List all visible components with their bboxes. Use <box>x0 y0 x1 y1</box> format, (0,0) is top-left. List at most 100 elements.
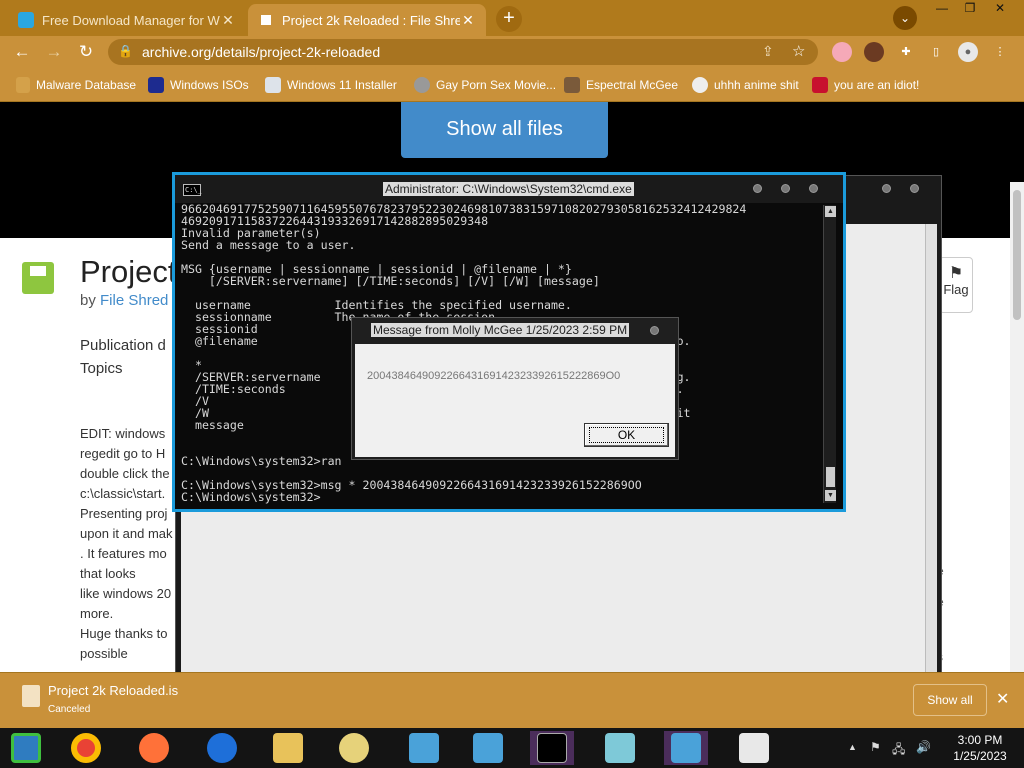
author-link[interactable]: File Shred <box>100 292 168 309</box>
bookmark-label: uhhh anime shit <box>714 78 799 92</box>
extension-avatar-icon[interactable] <box>864 42 884 62</box>
flag-icon: ⚑ <box>948 265 964 282</box>
close-window-icon[interactable]: ✕ <box>986 0 1014 18</box>
description-line: double click the <box>80 466 170 481</box>
cmd-title: Administrator: C:\Windows\System32\cmd.e… <box>383 182 634 196</box>
network-icon[interactable]: 🖧 <box>892 740 905 761</box>
back-icon[interactable]: ← <box>10 40 34 64</box>
profile-icon[interactable]: ● <box>958 42 978 62</box>
url-text[interactable]: archive.org/details/project-2k-reloaded <box>142 44 380 60</box>
tab-close-icon[interactable]: ✕ <box>460 12 476 29</box>
start-button[interactable] <box>4 731 48 765</box>
taskbar-cmd[interactable] <box>530 731 574 765</box>
description-line: more. <box>80 606 114 621</box>
tab-free-download-manager[interactable]: Free Download Manager for Windows ✕ <box>8 4 246 36</box>
new-tab-button[interactable]: + <box>496 6 522 32</box>
description-line: c:\classic\start. <box>80 486 166 501</box>
page-scrollbar[interactable] <box>1010 182 1024 672</box>
message-dialog[interactable]: Message from Molly McGee 1/25/2023 2:59 … <box>351 317 679 460</box>
bookmark-you-are-an-idiot[interactable]: you are an idiot! <box>812 77 919 93</box>
uk-flag-icon <box>812 77 828 93</box>
taskbar-app-4[interactable] <box>664 731 708 765</box>
flag-button[interactable]: ⚑ Flag <box>939 257 973 313</box>
anime-face-icon <box>692 77 708 93</box>
tab-close-icon[interactable]: ✕ <box>220 12 236 29</box>
taskbar-messenger[interactable] <box>332 731 376 765</box>
cmd-scrollbar[interactable]: ▲ ▼ <box>823 205 836 503</box>
reload-icon[interactable]: ↻ <box>74 40 98 64</box>
page-title: Project <box>80 254 177 289</box>
scroll-up-icon[interactable]: ▲ <box>825 206 836 217</box>
bookmark-anime[interactable]: uhhh anime shit <box>692 77 799 93</box>
taskbar-firefox[interactable] <box>132 731 176 765</box>
download-status: Canceled <box>48 704 91 715</box>
minimize-icon[interactable]: — <box>928 0 956 18</box>
description-line: Huge thanks to <box>80 626 168 641</box>
ok-label: OK <box>588 427 665 443</box>
taskbar-ie[interactable] <box>200 731 244 765</box>
taskbar-app-5[interactable] <box>732 731 776 765</box>
volume-icon[interactable]: 🔊 <box>916 740 931 754</box>
messenger-icon <box>339 733 369 763</box>
file-icon <box>22 685 40 707</box>
download-filename[interactable]: Project 2k Reloaded.is <box>48 683 178 698</box>
clock-time: 3:00 PM <box>957 733 1003 747</box>
extension-flag-icon[interactable] <box>832 42 852 62</box>
clock[interactable]: 3:00 PM 1/25/2023 <box>948 732 1012 764</box>
bookmark-label: Windows ISOs <box>170 78 249 92</box>
bookmark-espectral-mcgee[interactable]: Espectral McGee <box>564 77 678 93</box>
cmd-titlebar[interactable]: C:\_ Administrator: C:\Windows\System32\… <box>175 175 843 203</box>
background-vertical-scrollbar[interactable] <box>925 224 937 682</box>
menu-kebab-icon[interactable]: ⋮ <box>990 42 1010 62</box>
share-icon[interactable]: ⇪ <box>762 43 774 60</box>
maximize-icon[interactable] <box>781 184 790 193</box>
start-orb-icon <box>11 733 41 763</box>
taskbar-app-2[interactable] <box>466 731 510 765</box>
show-all-downloads-button[interactable]: Show all <box>913 684 987 716</box>
scrollbar-thumb[interactable] <box>1013 190 1021 320</box>
tab-strip: Free Download Manager for Windows ✕ Proj… <box>0 0 1024 36</box>
window-button-icon[interactable] <box>910 184 919 193</box>
taskbar-chrome[interactable] <box>64 731 108 765</box>
restore-icon[interactable]: ❐ <box>956 0 984 18</box>
flag-label: Flag <box>943 282 969 297</box>
description: EDIT: windows regedit go to H double cli… <box>80 424 175 664</box>
tab-search-icon[interactable]: ⌄ <box>893 6 917 30</box>
taskbar-explorer[interactable] <box>266 731 310 765</box>
tab-title: Project 2k Reloaded : File Shredder <box>282 12 460 28</box>
tab-project-2k-reloaded[interactable]: Project 2k Reloaded : File Shredder ✕ <box>248 4 486 36</box>
tray-expand-icon[interactable]: ▲ <box>848 742 857 752</box>
bookmark-movie[interactable]: Gay Porn Sex Movie... <box>414 77 556 93</box>
taskbar-app-1[interactable] <box>402 731 446 765</box>
forward-icon[interactable]: → <box>42 40 66 64</box>
x-logo-icon <box>148 77 164 93</box>
chrome-icon <box>71 733 101 763</box>
ok-button[interactable]: OK <box>584 423 669 447</box>
close-icon[interactable] <box>809 184 818 193</box>
scrollbar-thumb[interactable] <box>826 467 835 487</box>
side-panel-icon[interactable]: ▯ <box>926 42 946 62</box>
window-button-icon[interactable] <box>882 184 891 193</box>
extensions-puzzle-icon[interactable]: ✚ <box>896 42 916 62</box>
scroll-down-icon[interactable]: ▼ <box>825 490 836 501</box>
message-title: Message from Molly McGee 1/25/2023 2:59 … <box>371 323 630 337</box>
folder-icon <box>273 733 303 763</box>
publication-label: Publication d <box>80 337 166 354</box>
console-line: [/SERVER:servername] [/TIME:seconds] [/V… <box>181 274 600 288</box>
bookmark-malware-database[interactable]: Malware Database <box>16 77 136 93</box>
bookmark-star-icon[interactable]: ☆ <box>792 42 805 60</box>
action-center-flag-icon[interactable]: ⚑ <box>870 740 881 754</box>
bookmark-label: Malware Database <box>36 78 137 92</box>
bookmark-windows-11-installer[interactable]: Windows 11 Installer <box>265 77 397 93</box>
taskbar-app-3[interactable] <box>598 731 642 765</box>
address-bar[interactable]: 🔒 archive.org/details/project-2k-reloade… <box>108 39 818 65</box>
clock-date: 1/25/2023 <box>953 749 1007 763</box>
close-icon[interactable] <box>650 326 659 335</box>
bookmark-windows-isos[interactable]: Windows ISOs <box>148 77 249 93</box>
console-line: Send a message to a user. <box>181 238 356 252</box>
show-all-files-button[interactable]: Show all files <box>401 102 608 158</box>
description-line: that looks <box>80 566 136 581</box>
cmd-icon: C:\_ <box>183 184 202 196</box>
close-download-bar-icon[interactable]: ✕ <box>996 689 1009 709</box>
minimize-icon[interactable] <box>753 184 762 193</box>
